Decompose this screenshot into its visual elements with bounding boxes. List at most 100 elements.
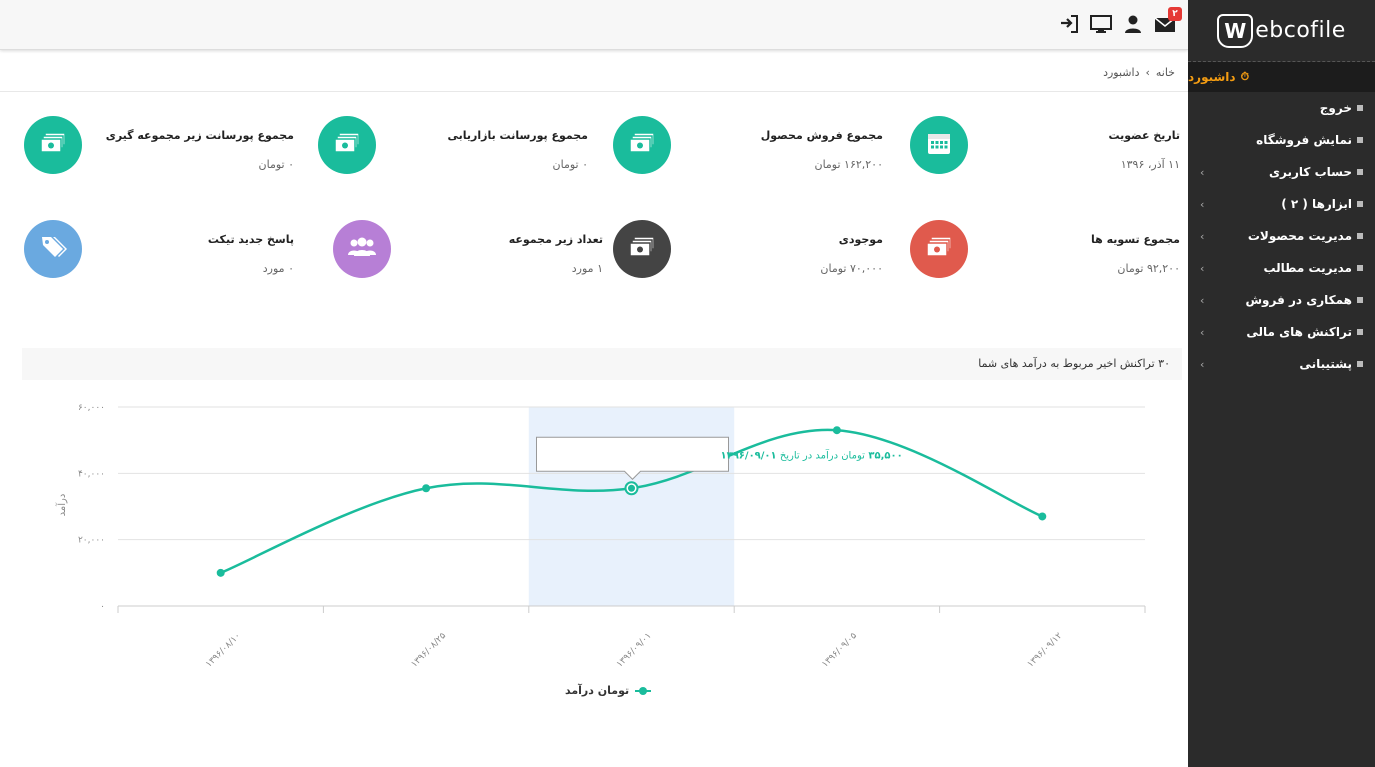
stat-subsets-count: تعداد زیر مجموعه ۱ مورد [333,220,603,290]
x-tick-label: ۱۳۹۶/۰۸/۲۵ [410,631,449,670]
stat-product-sales: مجموع فروش محصول ۱۶۲,۲۰۰ تومان [613,116,883,186]
sidebar-item[interactable]: ‹ مدیریت مطالب [1188,252,1375,284]
breadcrumb-home[interactable]: خانه [1156,66,1175,79]
data-point [832,426,841,435]
sidebar-item[interactable]: نمایش فروشگاه [1188,124,1375,156]
x-tick-label: ۱۳۹۶/۰۹/۰۱ [615,631,654,670]
sidebar-item[interactable]: ‹ حساب کاربری [1188,156,1375,188]
stat-value: ۰ تومان [258,158,294,171]
bullet-icon [1357,361,1363,367]
stat-circle [333,220,391,278]
messages-badge: ۲ [1168,7,1182,21]
stat-title: تعداد زیر مجموعه [508,233,603,246]
sidebar-item[interactable]: ‹ ابزارها ( ۲ ) [1188,188,1375,220]
stat-title: تاریخ عضویت [1108,129,1180,142]
sidebar-item-label-wrap: ابزارها ( ۲ ) [1281,197,1363,211]
y-tick-label: ۰ [100,602,105,612]
money-icon [925,236,953,262]
chevron-left-icon: ‹ [1200,261,1205,275]
data-point [628,484,635,492]
sidebar-item-label: خروج [1319,101,1352,115]
sidebar-item-label-wrap: خروج [1320,101,1363,115]
calendar-icon [926,130,952,160]
divider [0,91,1188,92]
sidebar-item[interactable]: ‹ پشتیبانی [1188,348,1375,380]
chevron-left-icon: ‹ [1200,197,1205,211]
sidebar-item[interactable]: ‹ همکاری در فروش [1188,284,1375,316]
messages-icon[interactable]: ۲ [1154,7,1182,35]
sidebar-item-label: همکاری در فروش [1245,293,1352,307]
x-tick-label: ۱۳۹۶/۰۹/۱۲ [1026,631,1065,670]
money-icon [628,132,656,158]
bullet-icon [1357,137,1363,143]
stat-circle [910,220,968,278]
chevron-left-icon: ‹ [1200,165,1205,179]
top-icons: ۲ [1058,7,1182,35]
stat-value: ۱۶۲,۲۰۰ تومان [814,158,883,171]
stat-circle [613,116,671,174]
sidebar-item-label: داشبورد [1188,70,1236,84]
clock-icon: ⏱ [1240,70,1250,83]
logo-mark: W [1217,13,1254,48]
stat-title: مجموع پورسانت بازاریابی [447,129,588,142]
sidebar-item-label: تراکنش های مالی [1246,325,1352,339]
chevron-left-icon: ‹ [1200,229,1205,243]
y-tick-label: ۲۰,۰۰۰ [78,536,105,546]
legend-marker-icon [635,686,652,695]
stat-circle [318,116,376,174]
logo-text: ebcofile [1255,18,1346,43]
stat-sub-commission: مجموع پورسانت زیر مجموعه گیری ۰ تومان [24,116,294,186]
sidebar-item-label: ابزارها ( ۲ ) [1281,197,1352,211]
stat-value: ۱ مورد [571,262,603,275]
sidebar-item-dashboard[interactable]: ⏱ داشبورد [1188,62,1375,92]
stat-settlements: مجموع تسویه ها ۹۲,۲۰۰ تومان [910,220,1180,290]
tag-icon [39,233,67,265]
money-icon [333,132,361,158]
bullet-icon [1357,329,1363,335]
stat-value: ۷۰,۰۰۰ تومان [820,262,883,275]
bullet-icon [1357,105,1363,111]
stat-new-tickets: پاسخ جدید تیکت ۰ مورد [24,220,294,290]
sidebar-item-label: پشتیبانی [1299,357,1352,371]
sidebar-menu: خروج نمایش فروشگاه ‹ حساب کاربری ‹ ابزارها ( … [1188,92,1375,380]
y-tick-label: ۴۰,۰۰۰ [78,469,105,479]
chart-legend[interactable]: تومان درآمد [565,684,652,697]
monitor-icon[interactable] [1090,13,1112,35]
sidebar-item-label: مدیریت مطالب [1263,261,1352,275]
stat-value: ۰ مورد [262,262,294,275]
sidebar-item-label: مدیریت محصولات [1247,229,1352,243]
sidebar-item-label-wrap: حساب کاربری [1269,165,1363,179]
sidebar-item[interactable]: ‹ مدیریت محصولات [1188,220,1375,252]
stat-title: مجموع پورسانت زیر مجموعه گیری [105,129,294,142]
money-icon [39,132,67,158]
logout-icon[interactable] [1058,13,1080,35]
x-tick-label: ۱۳۹۶/۰۸/۱۰ [204,631,243,670]
y-axis-label: درآمد [55,494,68,517]
breadcrumb: خانه › داشبورد [1103,66,1175,79]
sidebar-item[interactable]: ‹ تراکنش های مالی [1188,316,1375,348]
sidebar-item[interactable]: خروج [1188,92,1375,124]
stat-circle [613,220,671,278]
breadcrumb-separator: › [1145,66,1150,79]
bullet-icon [1357,201,1363,207]
bullet-icon [1357,169,1363,175]
data-point [216,568,225,577]
chevron-left-icon: ‹ [1200,293,1205,307]
users-icon [347,236,377,262]
stat-balance: موجودی ۷۰,۰۰۰ تومان [613,220,883,290]
stat-title: پاسخ جدید تیکت [207,233,294,246]
data-point [1038,512,1047,521]
sidebar-item-label-wrap: نمایش فروشگاه [1256,133,1363,147]
top-bar: ۲ [0,0,1188,50]
logo[interactable]: W ebcofile [1188,0,1375,62]
legend-label: تومان درآمد [565,684,630,697]
sidebar: W ebcofile ⏱ داشبورد خروج نمایش فروشگاه ‹ ح… [1188,0,1375,767]
user-icon[interactable] [1122,13,1144,35]
chevron-left-icon: ‹ [1200,357,1205,371]
stat-circle [24,220,82,278]
sidebar-item-label-wrap: تراکنش های مالی [1246,325,1363,339]
chart-header: ۳۰ تراکنش اخیر مربوط به درآمد های شما [22,348,1182,380]
bullet-icon [1357,297,1363,303]
stat-value: ۰ تومان [552,158,588,171]
sidebar-item-label-wrap: مدیریت مطالب [1263,261,1363,275]
